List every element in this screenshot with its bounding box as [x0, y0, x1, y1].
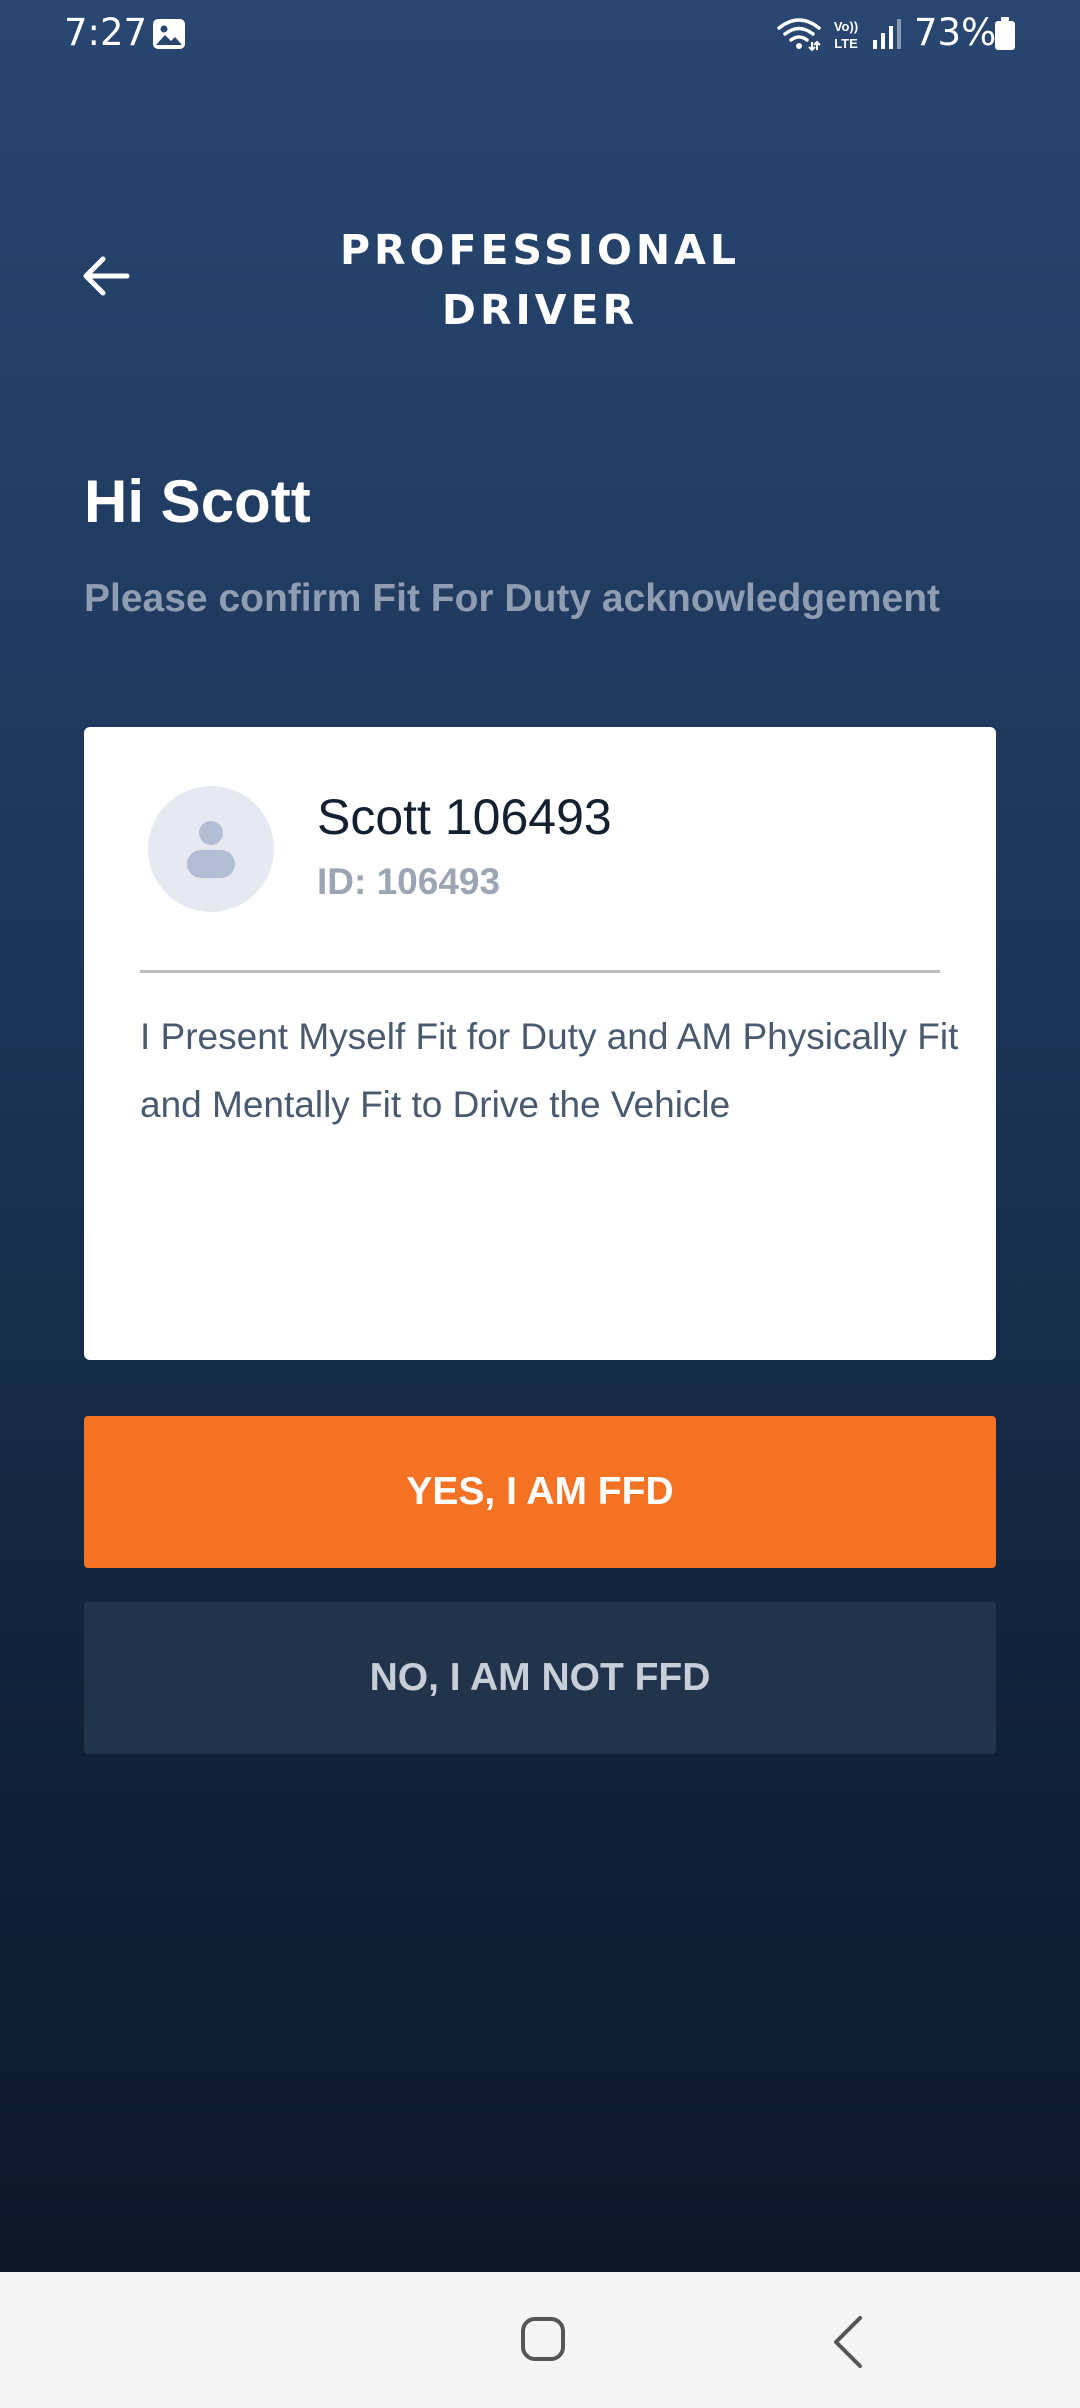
gallery-icon [153, 19, 185, 49]
driver-name: Scott 106493 [317, 789, 612, 845]
confirm-ffd-button[interactable]: YES, I AM FFD [84, 1416, 996, 1568]
status-time: 7:27 [64, 11, 148, 54]
ffd-declaration-text: I Present Myself Fit for Duty and AM Phy… [140, 1016, 959, 1125]
wifi-icon [777, 18, 821, 52]
status-bar: 7:27 Vo)) LTE 73% [0, 0, 1080, 66]
app-screen: 7:27 Vo)) LTE 73% PROFESSIONAL DRIVER Hi… [0, 0, 1080, 2272]
greeting-title: Hi Scott [84, 468, 311, 535]
driver-card: Scott 106493 ID: 106493 I Present Myself… [84, 727, 996, 1360]
greeting-subtitle: Please confirm Fit For Duty acknowledgem… [84, 577, 941, 620]
driver-id: ID: 106493 [317, 861, 501, 902]
svg-text:Vo)): Vo)) [834, 19, 858, 34]
page-title-line-2: DRIVER [441, 286, 639, 334]
user-avatar-icon [187, 821, 235, 878]
back-icon[interactable] [826, 2312, 870, 2372]
arrow-left-icon [83, 256, 130, 296]
signal-icon [873, 19, 901, 49]
volte-icon: Vo)) LTE [834, 19, 858, 51]
battery-percentage: 73% [914, 11, 997, 54]
battery-icon [995, 17, 1015, 50]
page-title-line-1: PROFESSIONAL [340, 226, 740, 274]
system-nav-bar [0, 2272, 1080, 2408]
svg-text:LTE: LTE [834, 36, 858, 51]
home-icon[interactable] [518, 2314, 574, 2370]
avatar [148, 786, 274, 912]
card-divider [140, 970, 940, 973]
page-title: PROFESSIONAL DRIVER [290, 220, 790, 340]
back-button[interactable] [76, 246, 136, 306]
decline-ffd-button[interactable]: NO, I AM NOT FFD [84, 1602, 996, 1754]
